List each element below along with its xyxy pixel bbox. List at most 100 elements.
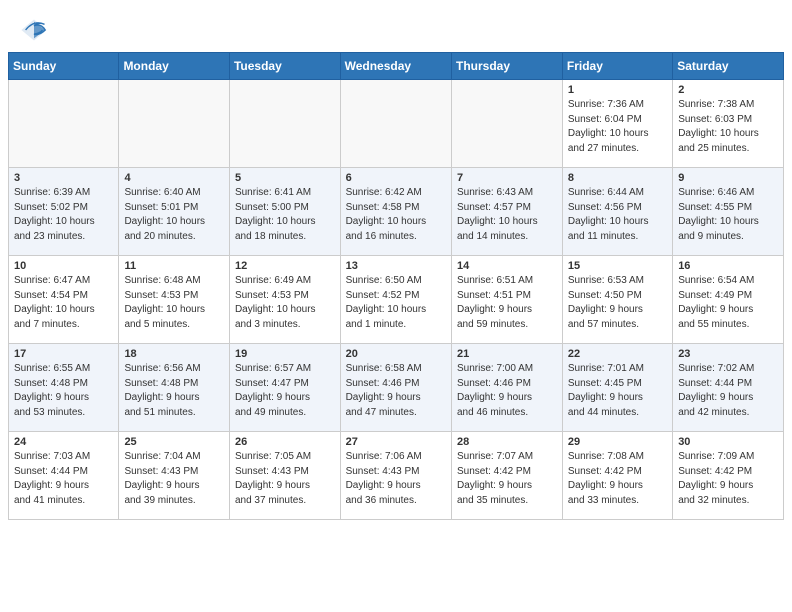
day-info: Sunrise: 7:05 AM Sunset: 4:43 PM Dayligh…	[235, 450, 335, 508]
page-header	[0, 0, 792, 52]
day-info: Sunrise: 6:56 AM Sunset: 4:48 PM Dayligh…	[124, 362, 224, 420]
day-info: Sunrise: 7:02 AM Sunset: 4:44 PM Dayligh…	[678, 362, 778, 420]
weekday-row: SundayMondayTuesdayWednesdayThursdayFrid…	[9, 53, 784, 80]
calendar-wrapper: SundayMondayTuesdayWednesdayThursdayFrid…	[0, 52, 792, 528]
day-info: Sunrise: 6:58 AM Sunset: 4:46 PM Dayligh…	[346, 362, 446, 420]
day-number: 26	[235, 436, 335, 448]
calendar-day-cell	[229, 80, 340, 168]
day-number: 12	[235, 260, 335, 272]
calendar-day-cell: 12 Sunrise: 6:49 AM Sunset: 4:53 PM Dayli…	[229, 256, 340, 344]
day-number: 8	[568, 172, 667, 184]
calendar-day-cell: 28 Sunrise: 7:07 AM Sunset: 4:42 PM Dayli…	[451, 432, 562, 520]
day-number: 23	[678, 348, 778, 360]
weekday-header: Tuesday	[229, 53, 340, 80]
logo	[20, 16, 52, 44]
day-info: Sunrise: 6:53 AM Sunset: 4:50 PM Dayligh…	[568, 274, 667, 332]
day-number: 25	[124, 436, 224, 448]
calendar-day-cell: 6Sunrise: 6:42 AM Sunset: 4:58 PM Daylig…	[340, 168, 451, 256]
day-info: Sunrise: 7:38 AM Sunset: 6:03 PM Dayligh…	[678, 98, 778, 156]
calendar-day-cell: 1 Sunrise: 7:36 AM Sunset: 6:04 PM Daylig…	[562, 80, 672, 168]
day-number: 20	[346, 348, 446, 360]
weekday-header: Friday	[562, 53, 672, 80]
day-info: Sunrise: 6:49 AM Sunset: 4:53 PM Dayligh…	[235, 274, 335, 332]
day-number: 6	[346, 172, 446, 184]
day-info: Sunrise: 6:57 AM Sunset: 4:47 PM Dayligh…	[235, 362, 335, 420]
calendar-day-cell: 27 Sunrise: 7:06 AM Sunset: 4:43 PM Dayli…	[340, 432, 451, 520]
calendar-day-cell: 20 Sunrise: 6:58 AM Sunset: 4:46 PM Dayli…	[340, 344, 451, 432]
day-number: 17	[14, 348, 113, 360]
day-info: Sunrise: 7:00 AM Sunset: 4:46 PM Dayligh…	[457, 362, 557, 420]
day-number: 9	[678, 172, 778, 184]
calendar-body: 1 Sunrise: 7:36 AM Sunset: 6:04 PM Daylig…	[9, 80, 784, 520]
day-info: Sunrise: 7:01 AM Sunset: 4:45 PM Dayligh…	[568, 362, 667, 420]
day-number: 16	[678, 260, 778, 272]
calendar-day-cell: 13 Sunrise: 6:50 AM Sunset: 4:52 PM Dayli…	[340, 256, 451, 344]
calendar-day-cell: 10Sunrise: 6:47 AM Sunset: 4:54 PM Dayli…	[9, 256, 119, 344]
day-info: Sunrise: 6:44 AM Sunset: 4:56 PM Dayligh…	[568, 186, 667, 244]
calendar-day-cell: 18 Sunrise: 6:56 AM Sunset: 4:48 PM Dayli…	[119, 344, 230, 432]
day-info: Sunrise: 7:07 AM Sunset: 4:42 PM Dayligh…	[457, 450, 557, 508]
day-number: 14	[457, 260, 557, 272]
day-number: 7	[457, 172, 557, 184]
day-info: Sunrise: 6:48 AM Sunset: 4:53 PM Dayligh…	[124, 274, 224, 332]
day-info: Sunrise: 6:43 AM Sunset: 4:57 PM Dayligh…	[457, 186, 557, 244]
day-info: Sunrise: 6:50 AM Sunset: 4:52 PM Dayligh…	[346, 274, 446, 332]
day-number: 5	[235, 172, 335, 184]
day-number: 18	[124, 348, 224, 360]
calendar-week-row: 1 Sunrise: 7:36 AM Sunset: 6:04 PM Daylig…	[9, 80, 784, 168]
weekday-header: Monday	[119, 53, 230, 80]
day-number: 1	[568, 84, 667, 96]
day-info: Sunrise: 7:36 AM Sunset: 6:04 PM Dayligh…	[568, 98, 667, 156]
calendar-week-row: 24 Sunrise: 7:03 AM Sunset: 4:44 PM Dayli…	[9, 432, 784, 520]
calendar-day-cell: 23 Sunrise: 7:02 AM Sunset: 4:44 PM Dayli…	[673, 344, 784, 432]
day-info: Sunrise: 6:46 AM Sunset: 4:55 PM Dayligh…	[678, 186, 778, 244]
day-number: 29	[568, 436, 667, 448]
calendar-day-cell: 5 Sunrise: 6:41 AM Sunset: 5:00 PM Daylig…	[229, 168, 340, 256]
day-info: Sunrise: 6:41 AM Sunset: 5:00 PM Dayligh…	[235, 186, 335, 244]
calendar-day-cell	[119, 80, 230, 168]
day-number: 4	[124, 172, 224, 184]
calendar-week-row: 10Sunrise: 6:47 AM Sunset: 4:54 PM Dayli…	[9, 256, 784, 344]
day-info: Sunrise: 7:08 AM Sunset: 4:42 PM Dayligh…	[568, 450, 667, 508]
calendar-day-cell: 11 Sunrise: 6:48 AM Sunset: 4:53 PM Dayli…	[119, 256, 230, 344]
calendar-day-cell: 16Sunrise: 6:54 AM Sunset: 4:49 PM Dayli…	[673, 256, 784, 344]
calendar-day-cell: 2 Sunrise: 7:38 AM Sunset: 6:03 PM Daylig…	[673, 80, 784, 168]
logo-icon	[20, 16, 48, 44]
calendar-week-row: 17 Sunrise: 6:55 AM Sunset: 4:48 PM Dayli…	[9, 344, 784, 432]
day-number: 3	[14, 172, 113, 184]
day-number: 22	[568, 348, 667, 360]
calendar-day-cell: 17 Sunrise: 6:55 AM Sunset: 4:48 PM Dayli…	[9, 344, 119, 432]
day-info: Sunrise: 6:39 AM Sunset: 5:02 PM Dayligh…	[14, 186, 113, 244]
day-number: 28	[457, 436, 557, 448]
calendar-day-cell	[9, 80, 119, 168]
calendar-day-cell: 21Sunrise: 7:00 AM Sunset: 4:46 PM Dayli…	[451, 344, 562, 432]
calendar-day-cell: 14 Sunrise: 6:51 AM Sunset: 4:51 PM Dayli…	[451, 256, 562, 344]
calendar-day-cell: 24 Sunrise: 7:03 AM Sunset: 4:44 PM Dayli…	[9, 432, 119, 520]
day-number: 2	[678, 84, 778, 96]
day-number: 13	[346, 260, 446, 272]
day-number: 24	[14, 436, 113, 448]
calendar-header: SundayMondayTuesdayWednesdayThursdayFrid…	[9, 53, 784, 80]
day-number: 10	[14, 260, 113, 272]
calendar-day-cell: 19Sunrise: 6:57 AM Sunset: 4:47 PM Dayli…	[229, 344, 340, 432]
day-info: Sunrise: 6:55 AM Sunset: 4:48 PM Dayligh…	[14, 362, 113, 420]
day-info: Sunrise: 6:51 AM Sunset: 4:51 PM Dayligh…	[457, 274, 557, 332]
calendar-table: SundayMondayTuesdayWednesdayThursdayFrid…	[8, 52, 784, 520]
calendar-day-cell: 26 Sunrise: 7:05 AM Sunset: 4:43 PM Dayli…	[229, 432, 340, 520]
day-info: Sunrise: 7:09 AM Sunset: 4:42 PM Dayligh…	[678, 450, 778, 508]
calendar-day-cell	[340, 80, 451, 168]
day-info: Sunrise: 7:04 AM Sunset: 4:43 PM Dayligh…	[124, 450, 224, 508]
calendar-day-cell: 8 Sunrise: 6:44 AM Sunset: 4:56 PM Daylig…	[562, 168, 672, 256]
day-number: 11	[124, 260, 224, 272]
day-info: Sunrise: 7:06 AM Sunset: 4:43 PM Dayligh…	[346, 450, 446, 508]
weekday-header: Sunday	[9, 53, 119, 80]
weekday-header: Wednesday	[340, 53, 451, 80]
day-number: 27	[346, 436, 446, 448]
calendar-day-cell: 7 Sunrise: 6:43 AM Sunset: 4:57 PM Daylig…	[451, 168, 562, 256]
calendar-day-cell: 22 Sunrise: 7:01 AM Sunset: 4:45 PM Dayli…	[562, 344, 672, 432]
calendar-day-cell: 29 Sunrise: 7:08 AM Sunset: 4:42 PM Dayli…	[562, 432, 672, 520]
weekday-header: Saturday	[673, 53, 784, 80]
calendar-day-cell: 15Sunrise: 6:53 AM Sunset: 4:50 PM Dayli…	[562, 256, 672, 344]
day-info: Sunrise: 6:40 AM Sunset: 5:01 PM Dayligh…	[124, 186, 224, 244]
day-info: Sunrise: 7:03 AM Sunset: 4:44 PM Dayligh…	[14, 450, 113, 508]
